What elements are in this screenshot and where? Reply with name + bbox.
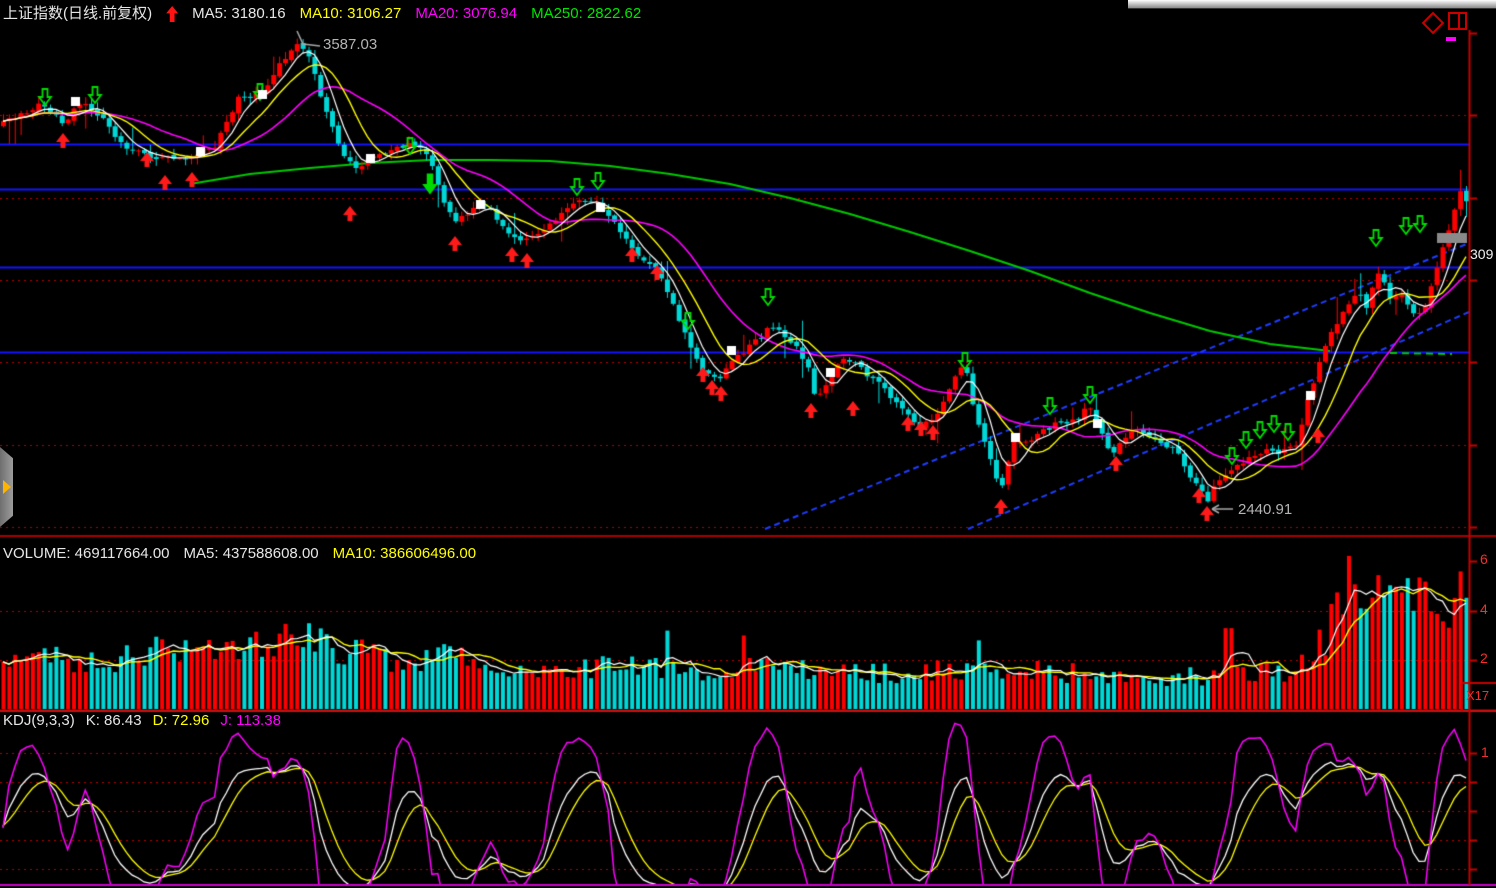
volume-ma5-value: MA5: 437588608.00 bbox=[184, 545, 319, 563]
kdj-d-value: D: 72.96 bbox=[153, 712, 210, 730]
kdj-k-value: K: 86.43 bbox=[86, 712, 142, 730]
up-arrow-icon bbox=[166, 6, 178, 22]
magenta-marker-icon bbox=[1446, 37, 1456, 41]
kdj-axis-label-100: 1 bbox=[1481, 744, 1489, 760]
trading-terminal: 上证指数(日线.前复权) MA5: 3180.16 MA10: 3106.27 … bbox=[0, 0, 1496, 888]
volume-header: VOLUME: 469117664.00 MA5: 437588608.00 M… bbox=[3, 545, 476, 563]
instrument-title: 上证指数(日线.前复权) bbox=[3, 5, 152, 23]
volume-axis-label-2: 2 bbox=[1480, 650, 1488, 666]
toolbar-bottom-edge bbox=[1128, 0, 1496, 9]
ma5-value: MA5: 3180.16 bbox=[192, 5, 285, 23]
chart-canvas[interactable] bbox=[0, 0, 1496, 888]
split-panes-icon[interactable] bbox=[1448, 12, 1467, 30]
volume-unit-label: X17 bbox=[1466, 688, 1489, 703]
volume-ma10-value: MA10: 386606496.00 bbox=[333, 545, 476, 563]
volume-axis-label-4: 4 bbox=[1480, 601, 1488, 617]
low-annotation: 2440.91 bbox=[1238, 501, 1292, 518]
high-annotation: 3587.03 bbox=[323, 36, 377, 53]
ma10-value: MA10: 3106.27 bbox=[300, 5, 402, 23]
volume-axis-label-6: 6 bbox=[1480, 551, 1488, 567]
kdj-name: KDJ(9,3,3) bbox=[3, 712, 75, 730]
current-price-label: 309 bbox=[1470, 246, 1496, 262]
kdj-header: KDJ(9,3,3) K: 86.43 D: 72.96 J: 113.38 bbox=[3, 712, 281, 730]
kdj-j-value: J: 113.38 bbox=[220, 712, 281, 730]
ma20-value: MA20: 3076.94 bbox=[415, 5, 517, 23]
volume-value: VOLUME: 469117664.00 bbox=[3, 545, 170, 563]
ma250-value: MA250: 2822.62 bbox=[531, 5, 641, 23]
expand-arrow-icon bbox=[3, 480, 11, 494]
main-chart-header: 上证指数(日线.前复权) MA5: 3180.16 MA10: 3106.27 … bbox=[3, 5, 641, 23]
sidebar-expand-tab[interactable] bbox=[0, 447, 13, 527]
